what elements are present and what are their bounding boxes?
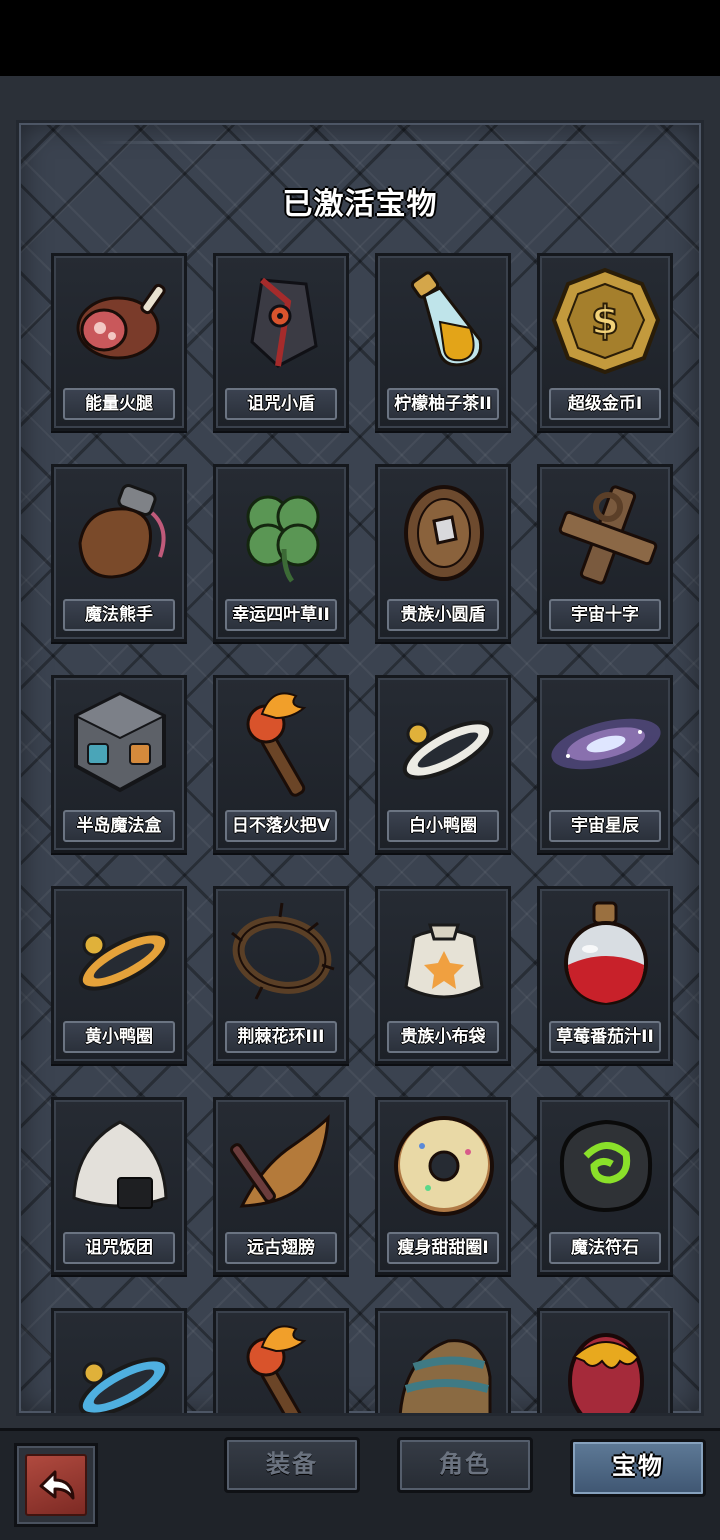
- treasure-card[interactable]: 魔法熊手: [51, 464, 187, 642]
- torch-icon: [246, 692, 307, 797]
- donut-icon: [394, 1116, 494, 1216]
- treasure-card[interactable]: 荆棘花环III: [213, 886, 349, 1064]
- treasure-card[interactable]: [213, 1308, 349, 1413]
- treasure-card[interactable]: 宇宙星辰: [537, 675, 673, 853]
- treasure-card[interactable]: 柠檬柚子茶II: [375, 253, 511, 431]
- galaxy-icon: [551, 718, 661, 770]
- treasure-card[interactable]: 幸运四叶草II: [213, 464, 349, 642]
- rice-ball-icon: [72, 1120, 168, 1209]
- treasure-name: 贵族小圆盾: [387, 599, 499, 631]
- treasure-name: 诅咒饭团: [63, 1232, 175, 1264]
- treasure-name: 白小鸭圈: [387, 810, 499, 842]
- treasure-card[interactable]: [537, 1308, 673, 1413]
- thorn-wreath-icon: [231, 902, 335, 1000]
- treasure-name: 远古翅膀: [225, 1232, 337, 1264]
- treasure-card[interactable]: [375, 1308, 511, 1413]
- treasure-name: 超级金币I: [549, 388, 661, 420]
- wooden-cross-icon: [558, 485, 658, 585]
- back-button[interactable]: [14, 1443, 98, 1527]
- treasure-name: 日不落火把V: [225, 810, 337, 842]
- back-arrow-icon: [39, 1470, 75, 1500]
- treasure-name: 魔法熊手: [63, 599, 175, 631]
- treasure-name: 瘦身甜甜圈I: [387, 1232, 499, 1264]
- bottom-navigation: 装备 角色 宝物: [0, 1428, 720, 1540]
- treasure-name: 幸运四叶草II: [225, 599, 337, 631]
- ham-icon: [76, 283, 166, 360]
- treasure-card[interactable]: $ 超级金币I: [537, 253, 673, 431]
- dragon-egg-icon: [568, 1333, 644, 1413]
- treasure-name: 宇宙十字: [549, 599, 661, 631]
- treasure-card[interactable]: 贵族小圆盾: [375, 464, 511, 642]
- treasure-grid: 能量火腿 诅咒小盾 柠檬柚子茶II $ 超级金币I 魔法熊手 幸运四叶草II 贵族小圆盾 宇宙十…: [19, 123, 701, 1413]
- cursed-shield-icon: [250, 277, 318, 368]
- treasure-name: 黄小鸭圈: [63, 1021, 175, 1053]
- ancient-wing-icon: [230, 1114, 330, 1208]
- striped-hat-icon: [398, 1339, 492, 1413]
- treasure-card[interactable]: 黄小鸭圈: [51, 886, 187, 1064]
- treasure-card[interactable]: [51, 1308, 187, 1413]
- treasure-name: 魔法符石: [549, 1232, 661, 1264]
- white-duck-ring-icon: [402, 720, 494, 780]
- back-button-face: [25, 1454, 87, 1516]
- treasure-card[interactable]: 日不落火把V: [213, 675, 349, 853]
- tab-character[interactable]: 角色: [397, 1437, 533, 1493]
- cloth-bag-icon: [404, 923, 484, 999]
- treasure-card[interactable]: 诅咒小盾: [213, 253, 349, 431]
- treasure-name: 柠檬柚子茶II: [387, 388, 499, 420]
- rune-stone-icon: [559, 1119, 653, 1213]
- status-bar: [0, 0, 720, 76]
- torch-icon: [246, 1325, 307, 1413]
- yellow-duck-ring-icon: [78, 931, 170, 991]
- red-potion-icon: [564, 901, 648, 1005]
- treasure-name: 能量火腿: [63, 388, 175, 420]
- treasure-name: 半岛魔法盒: [63, 810, 175, 842]
- treasure-card[interactable]: 瘦身甜甜圈I: [375, 1097, 511, 1275]
- treasure-card[interactable]: 半岛魔法盒: [51, 675, 187, 853]
- blue-duck-ring-icon: [78, 1357, 170, 1413]
- treasure-name: 荆棘花环III: [225, 1021, 337, 1053]
- gold-coin-icon: $: [551, 267, 661, 375]
- treasure-name: 草莓番茄汁II: [549, 1021, 661, 1053]
- treasure-card[interactable]: 能量火腿: [51, 253, 187, 431]
- treasure-card[interactable]: 贵族小布袋: [375, 886, 511, 1064]
- treasure-card[interactable]: 白小鸭圈: [375, 675, 511, 853]
- potion-bottle-icon: [410, 271, 483, 367]
- treasure-card[interactable]: 远古翅膀: [213, 1097, 349, 1275]
- tab-treasure[interactable]: 宝物: [570, 1439, 706, 1497]
- tab-equipment[interactable]: 装备: [224, 1437, 360, 1493]
- treasure-card[interactable]: 诅咒饭团: [51, 1097, 187, 1275]
- treasure-panel[interactable]: 已激活宝物 能量火腿 诅咒小盾 柠檬柚子茶II $ 超级金币I 魔法熊手 幸运四叶草II 贵族…: [16, 120, 704, 1416]
- treasure-name: 贵族小布袋: [387, 1021, 499, 1053]
- treasure-card[interactable]: 魔法符石: [537, 1097, 673, 1275]
- round-shield-icon: [404, 485, 484, 581]
- bear-paw-icon: [78, 484, 166, 579]
- treasure-card[interactable]: 宇宙十字: [537, 464, 673, 642]
- magic-cube-icon: [73, 691, 167, 793]
- four-leaf-clover-icon: [246, 495, 320, 583]
- treasure-card[interactable]: 草莓番茄汁II: [537, 886, 673, 1064]
- treasure-name: 诅咒小盾: [225, 388, 337, 420]
- svg-text:$: $: [591, 298, 619, 344]
- treasure-name: 宇宙星辰: [549, 810, 661, 842]
